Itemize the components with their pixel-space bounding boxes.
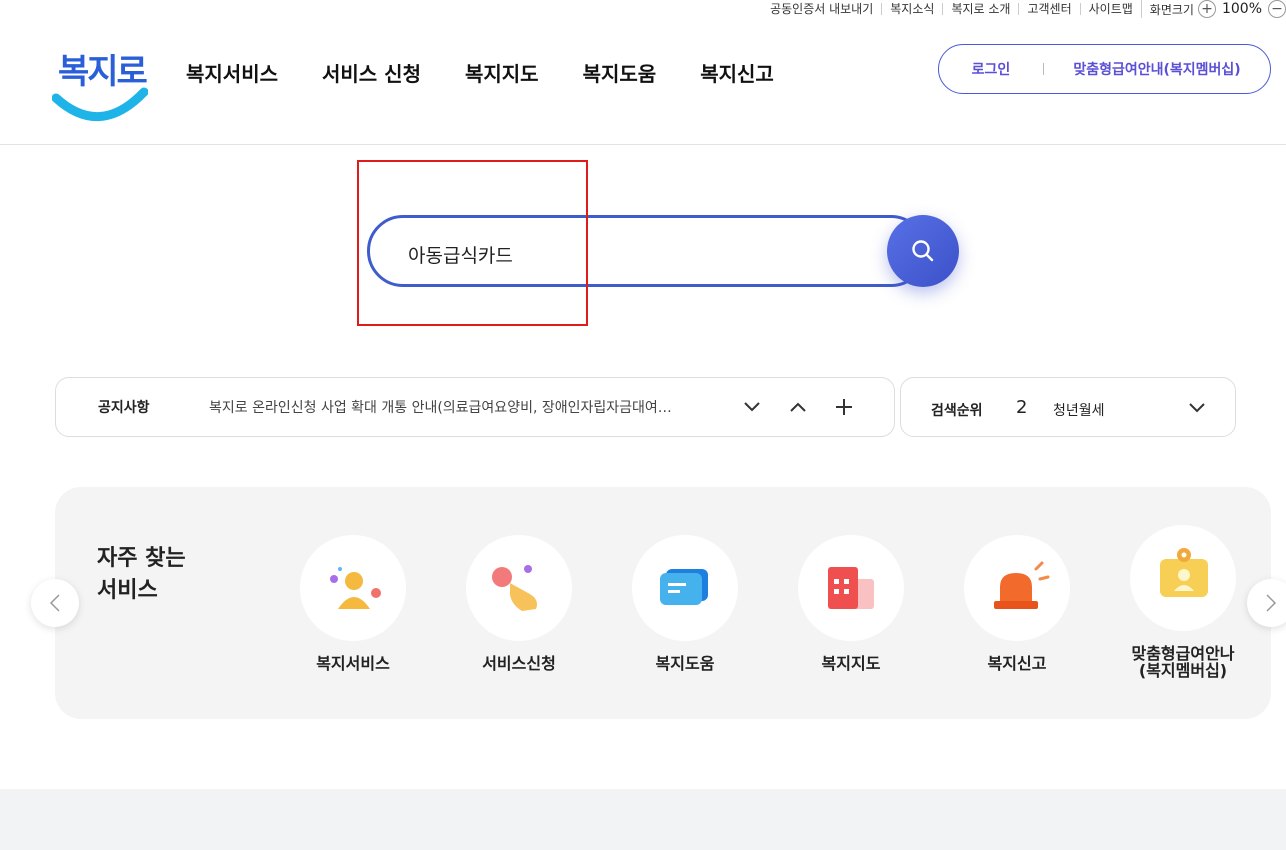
search-rank-bar: 검색순위 2 청년월세 xyxy=(900,377,1236,437)
rank-label: 검색순위 xyxy=(931,403,983,419)
nav-welfare-service[interactable]: 복지서비스 xyxy=(186,58,278,87)
zoom-control: 화면크기 + 100% − xyxy=(1140,0,1286,18)
person-icon xyxy=(330,567,381,609)
util-link-sitemap[interactable]: 사이트맵 xyxy=(1079,3,1141,15)
quick-item-service-apply[interactable]: 서비스신청 xyxy=(439,535,599,672)
zoom-out-button[interactable]: − xyxy=(1268,0,1286,18)
quick-item-label: 복지서비스 xyxy=(316,654,390,673)
quick-title: 자주 찾는 서비스 xyxy=(97,546,186,603)
quick-item-label: 복지신고 xyxy=(987,654,1047,673)
auth-box: 로그인 맞춤형급여안내(복지멤버십) xyxy=(938,44,1271,94)
quick-icon-circle xyxy=(798,535,904,641)
zoom-in-button[interactable]: + xyxy=(1197,0,1216,18)
notice-prev-button[interactable] xyxy=(788,397,808,417)
notice-bar: 공지사항 복지로 온라인신청 사업 확대 개통 안내(의료급여요양비, 장애인자… xyxy=(55,377,895,437)
chevron-right-icon xyxy=(1266,594,1277,612)
site-logo[interactable]: 복지로 xyxy=(52,42,148,126)
util-link-support[interactable]: 고객센터 xyxy=(1018,3,1079,15)
quick-item-welfare-map[interactable]: 복지지도 xyxy=(771,535,931,672)
search-button[interactable] xyxy=(887,215,959,287)
notice-more-button[interactable] xyxy=(834,397,854,417)
notice-label: 공지사항 xyxy=(98,400,150,416)
chevron-down-icon xyxy=(1189,403,1205,413)
quick-item-membership[interactable]: 맞춤형급여안나 (복지멤버십) xyxy=(1103,525,1263,679)
quick-icon-circle xyxy=(300,535,406,641)
quick-icon-circle xyxy=(964,535,1070,641)
chevron-up-icon xyxy=(790,402,806,412)
nav-welfare-report[interactable]: 복지신고 xyxy=(700,58,774,87)
member-card-icon xyxy=(1160,548,1208,597)
quick-services-panel: 자주 찾는 서비스 복지서비스 서비스신청 복지도움 복지지도 복지신고 맞춤형… xyxy=(55,487,1271,719)
rank-expand-button[interactable] xyxy=(1187,398,1207,418)
util-link-about[interactable]: 복지로 소개 xyxy=(942,3,1018,15)
util-link-news[interactable]: 복지소식 xyxy=(881,3,942,15)
search-icon xyxy=(912,240,934,262)
chevron-down-icon xyxy=(744,402,760,412)
zoom-label: 화면크기 xyxy=(1149,2,1194,17)
nav-welfare-map[interactable]: 복지지도 xyxy=(465,58,539,87)
quick-item-welfare-service[interactable]: 복지서비스 xyxy=(273,535,433,672)
chat-bubble-icon xyxy=(660,569,708,605)
quick-item-label: 서비스신청 xyxy=(482,654,556,673)
utility-bar: 공동인증서 내보내기 복지소식 복지로 소개 고객센터 사이트맵 화면크기 + … xyxy=(762,0,1286,18)
quick-icon-circle xyxy=(632,535,738,641)
zoom-value: 100% xyxy=(1221,1,1262,17)
quick-icon-circle xyxy=(466,535,572,641)
nav-service-apply[interactable]: 서비스 신청 xyxy=(322,58,421,87)
logo-smile-icon xyxy=(52,87,148,122)
quick-item-label: 복지지도 xyxy=(821,654,881,673)
hand-click-icon xyxy=(492,565,537,611)
rank-number: 2 xyxy=(1016,397,1028,418)
site-header: 복지로 복지서비스 서비스 신청 복지지도 복지도움 복지신고 로그인 맞춤형급… xyxy=(0,18,1286,145)
highlight-box xyxy=(357,160,588,326)
siren-icon xyxy=(994,561,1050,609)
notice-next-button[interactable] xyxy=(742,397,762,417)
util-link-certificate[interactable]: 공동인증서 내보내기 xyxy=(762,3,881,15)
chevron-left-icon xyxy=(49,594,60,612)
quick-icon-circle xyxy=(1130,525,1236,631)
quick-item-welfare-report[interactable]: 복지신고 xyxy=(937,535,1097,672)
quick-item-label: 복지도움 xyxy=(655,654,715,673)
footer-band xyxy=(0,789,1286,850)
rank-term[interactable]: 청년월세 xyxy=(1053,400,1105,420)
login-button[interactable]: 로그인 xyxy=(939,59,1043,79)
plus-icon xyxy=(836,399,852,415)
membership-button[interactable]: 맞춤형급여안내(복지멤버십) xyxy=(1044,59,1270,79)
notice-text[interactable]: 복지로 온라인신청 사업 확대 개통 안내(의료급여요양비, 장애인자립자금대여… xyxy=(209,397,709,417)
quick-item-welfare-help[interactable]: 복지도움 xyxy=(605,535,765,672)
carousel-prev-button[interactable] xyxy=(31,579,79,627)
quick-item-label: 맞춤형급여안나 (복지멤버십) xyxy=(1131,644,1235,680)
map-building-icon xyxy=(828,567,874,609)
nav-welfare-help[interactable]: 복지도움 xyxy=(583,58,657,87)
main-nav: 복지서비스 서비스 신청 복지지도 복지도움 복지신고 xyxy=(186,58,774,87)
